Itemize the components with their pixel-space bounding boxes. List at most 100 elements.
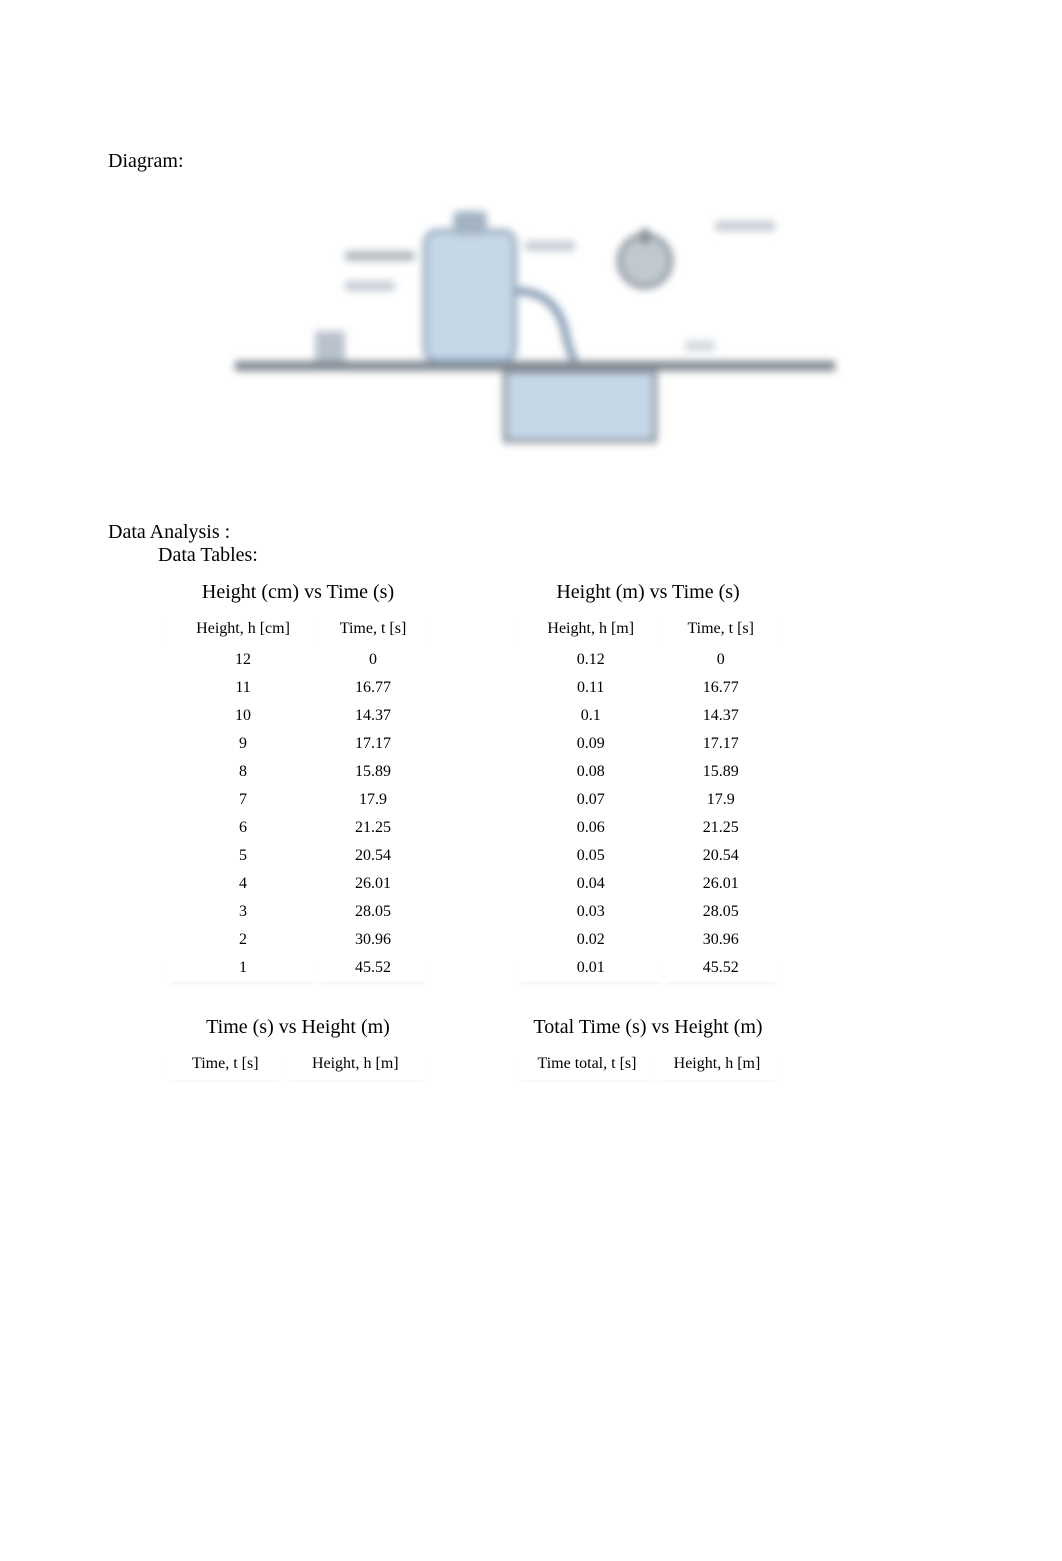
cell-height: 8 [168, 758, 318, 786]
cell-time: 14.37 [663, 702, 778, 730]
cell-height: 4 [168, 870, 318, 898]
table-row: 520.54 [168, 842, 428, 870]
cell-height: 3 [168, 898, 318, 926]
cell-height: 0.04 [518, 870, 663, 898]
cell-time: 26.01 [318, 870, 428, 898]
table-row: 0.0426.01 [518, 870, 778, 898]
cell-height: 0.01 [518, 954, 663, 982]
table4-col2: Height, h [m] [656, 1049, 778, 1080]
table-total-time-vs-height: Total Time (s) vs Height (m) Time total,… [518, 1016, 778, 1081]
table-row: 0.120 [518, 645, 778, 674]
table-row: 0.0230.96 [518, 926, 778, 954]
table-row: 917.17 [168, 730, 428, 758]
table2-title: Height (m) vs Time (s) [518, 581, 778, 604]
table3: Time, t [s] Height, h [m] [168, 1049, 428, 1081]
cell-time: 16.77 [318, 674, 428, 702]
table-row: 815.89 [168, 758, 428, 786]
table-row: 145.52 [168, 954, 428, 982]
cell-time: 17.17 [318, 730, 428, 758]
table4: Time total, t [s] Height, h [m] [518, 1049, 778, 1081]
cell-height: 11 [168, 674, 318, 702]
cell-height: 0.02 [518, 926, 663, 954]
cell-height: 0.08 [518, 758, 663, 786]
cell-height: 0.11 [518, 674, 663, 702]
table1-title: Height (cm) vs Time (s) [168, 581, 428, 604]
table-row: 0.0520.54 [518, 842, 778, 870]
table3-title: Time (s) vs Height (m) [168, 1016, 428, 1039]
table-row: 1014.37 [168, 702, 428, 730]
cell-time: 26.01 [663, 870, 778, 898]
cell-time: 21.25 [663, 814, 778, 842]
table-row: 0.0815.89 [518, 758, 778, 786]
cell-height: 1 [168, 954, 318, 982]
data-tables-heading: Data Tables: [158, 544, 962, 567]
diagram-container [108, 191, 962, 471]
cell-time: 45.52 [318, 954, 428, 982]
table-row: 0.0917.17 [518, 730, 778, 758]
table-row: 328.05 [168, 898, 428, 926]
table-row: 0.0717.9 [518, 786, 778, 814]
cell-height: 9 [168, 730, 318, 758]
tables-row-top: Height (cm) vs Time (s) Height, h [cm] T… [168, 581, 962, 982]
table-row: 717.9 [168, 786, 428, 814]
cell-time: 45.52 [663, 954, 778, 982]
cell-time: 20.54 [663, 842, 778, 870]
table1: Height, h [cm] Time, t [s] 1201116.77101… [168, 614, 428, 982]
cell-height: 0.1 [518, 702, 663, 730]
table-height-cm-vs-time: Height (cm) vs Time (s) Height, h [cm] T… [168, 581, 428, 982]
table-row: 621.25 [168, 814, 428, 842]
cell-height: 6 [168, 814, 318, 842]
cell-time: 20.54 [318, 842, 428, 870]
cell-time: 30.96 [663, 926, 778, 954]
cell-height: 0.03 [518, 898, 663, 926]
table3-col1: Time, t [s] [168, 1049, 283, 1080]
table1-col1: Height, h [cm] [168, 614, 318, 645]
cell-time: 16.77 [663, 674, 778, 702]
tables-row-bottom: Time (s) vs Height (m) Time, t [s] Heigh… [168, 1016, 962, 1081]
table-height-m-vs-time: Height (m) vs Time (s) Height, h [m] Tim… [518, 581, 778, 982]
table-row: 0.0621.25 [518, 814, 778, 842]
cell-height: 5 [168, 842, 318, 870]
table-time-vs-height: Time (s) vs Height (m) Time, t [s] Heigh… [168, 1016, 428, 1081]
table-row: 230.96 [168, 926, 428, 954]
cell-time: 15.89 [663, 758, 778, 786]
table4-title: Total Time (s) vs Height (m) [518, 1016, 778, 1039]
table2: Height, h [m] Time, t [s] 0.1200.1116.77… [518, 614, 778, 982]
cell-time: 28.05 [318, 898, 428, 926]
diagram-heading: Diagram: [108, 150, 962, 173]
table-row: 120 [168, 645, 428, 674]
table-row: 0.1116.77 [518, 674, 778, 702]
cell-time: 14.37 [318, 702, 428, 730]
table-row: 0.0145.52 [518, 954, 778, 982]
cell-height: 0.12 [518, 645, 663, 674]
cell-time: 21.25 [318, 814, 428, 842]
cell-height: 0.06 [518, 814, 663, 842]
apparatus-diagram [215, 191, 855, 471]
page-body: Diagram: Data Analysis : [0, 0, 1062, 1281]
cell-time: 0 [318, 645, 428, 674]
cell-height: 2 [168, 926, 318, 954]
table-row: 1116.77 [168, 674, 428, 702]
cell-height: 0.09 [518, 730, 663, 758]
table3-col2: Height, h [m] [283, 1049, 428, 1080]
cell-time: 15.89 [318, 758, 428, 786]
cell-height: 0.05 [518, 842, 663, 870]
cell-height: 12 [168, 645, 318, 674]
table1-col2: Time, t [s] [318, 614, 428, 645]
table2-col2: Time, t [s] [663, 614, 778, 645]
cell-time: 17.17 [663, 730, 778, 758]
cell-time: 17.9 [318, 786, 428, 814]
data-analysis-heading: Data Analysis : [108, 521, 962, 544]
cell-time: 0 [663, 645, 778, 674]
table-row: 0.0328.05 [518, 898, 778, 926]
cell-time: 28.05 [663, 898, 778, 926]
cell-time: 30.96 [318, 926, 428, 954]
table-row: 426.01 [168, 870, 428, 898]
cell-height: 10 [168, 702, 318, 730]
table-row: 0.114.37 [518, 702, 778, 730]
table2-col1: Height, h [m] [518, 614, 663, 645]
cell-time: 17.9 [663, 786, 778, 814]
cell-height: 7 [168, 786, 318, 814]
table4-col1: Time total, t [s] [518, 1049, 656, 1080]
cell-height: 0.07 [518, 786, 663, 814]
